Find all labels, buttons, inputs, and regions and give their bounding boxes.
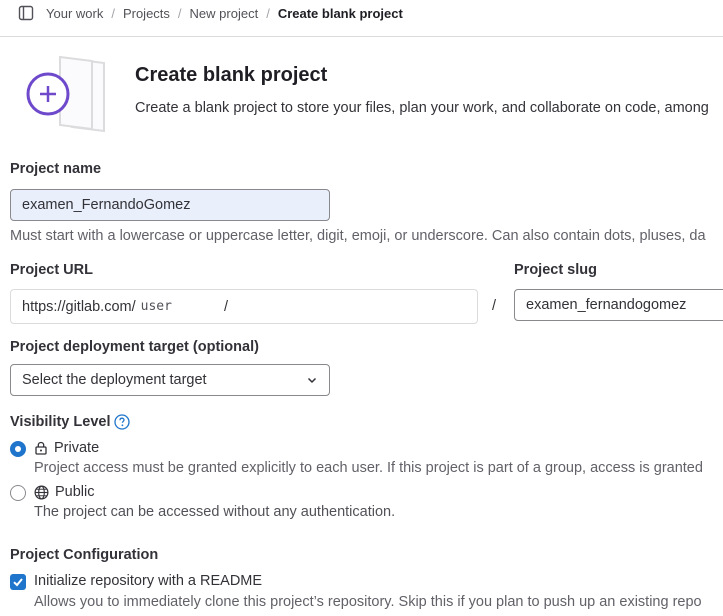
breadcrumb-new-project[interactable]: New project	[190, 6, 259, 21]
breadcrumb-separator: /	[111, 5, 115, 21]
url-slug-divider: /	[492, 298, 497, 314]
visibility-level-heading: Visibility Level	[10, 414, 131, 430]
deployment-target-label: Project deployment target (optional)	[10, 339, 259, 355]
page-description: Create a blank project to store your fil…	[135, 100, 709, 116]
readme-description: Allows you to immediately clone this pro…	[34, 594, 702, 610]
project-name-value: examen_FernandoGomez	[22, 197, 191, 213]
namespace-redaction	[171, 300, 220, 313]
readme-checkbox[interactable]	[10, 574, 26, 590]
visibility-private-description: Project access must be granted explicitl…	[34, 460, 703, 476]
visibility-private-option[interactable]: Private	[34, 440, 99, 456]
visibility-public-radio[interactable]	[10, 485, 26, 501]
breadcrumb-separator: /	[266, 5, 270, 21]
breadcrumb: Your work / Projects / New project / Cre…	[46, 5, 403, 21]
chevron-down-icon	[307, 377, 317, 384]
project-slug-label: Project slug	[514, 262, 597, 278]
page-title: Create blank project	[135, 64, 328, 86]
checkmark-icon	[13, 578, 23, 587]
sidebar-toggle-icon[interactable]	[18, 5, 34, 21]
earth-icon	[34, 485, 49, 499]
breadcrumb-separator: /	[177, 5, 182, 21]
question-circle-icon[interactable]	[114, 414, 131, 430]
project-url-prefix: https://gitlab.com/	[22, 298, 136, 315]
readme-option-label[interactable]: Initialize repository with a README	[34, 573, 262, 589]
project-slug-input[interactable]: examen_fernandogomez	[514, 289, 723, 321]
breadcrumb-current: Create blank project	[277, 5, 403, 21]
project-url-trailing-slash: /	[223, 298, 228, 315]
visibility-private-label: Private	[54, 440, 100, 456]
project-name-label: Project name	[10, 161, 102, 177]
blank-project-illustration	[26, 55, 105, 133]
visibility-public-description: The project can be accessed without any …	[34, 504, 396, 520]
project-configuration-label: Project Configuration	[10, 547, 159, 563]
project-slug-value: examen_fernandogomez	[526, 297, 687, 313]
top-bar: Your work / Projects / New project / Cre…	[0, 0, 723, 37]
breadcrumb-your-work[interactable]: Your work	[46, 6, 103, 21]
deployment-target-value: Select the deployment target	[22, 372, 207, 388]
project-url-field[interactable]: https://gitlab.com/ user /	[10, 289, 478, 324]
project-url-label: Project URL	[10, 262, 93, 278]
deployment-target-select[interactable]: Select the deployment target	[10, 364, 330, 396]
breadcrumb-projects[interactable]: Projects	[123, 6, 170, 21]
visibility-private-radio[interactable]	[10, 441, 26, 457]
visibility-public-option[interactable]: Public	[34, 484, 95, 500]
project-url-namespace[interactable]: user	[141, 299, 172, 314]
lock-icon	[35, 441, 47, 455]
visibility-level-label: Visibility Level	[10, 414, 111, 430]
project-name-input[interactable]: examen_FernandoGomez	[10, 189, 330, 221]
project-name-help: Must start with a lowercase or uppercase…	[10, 228, 706, 244]
visibility-public-label: Public	[55, 484, 95, 500]
